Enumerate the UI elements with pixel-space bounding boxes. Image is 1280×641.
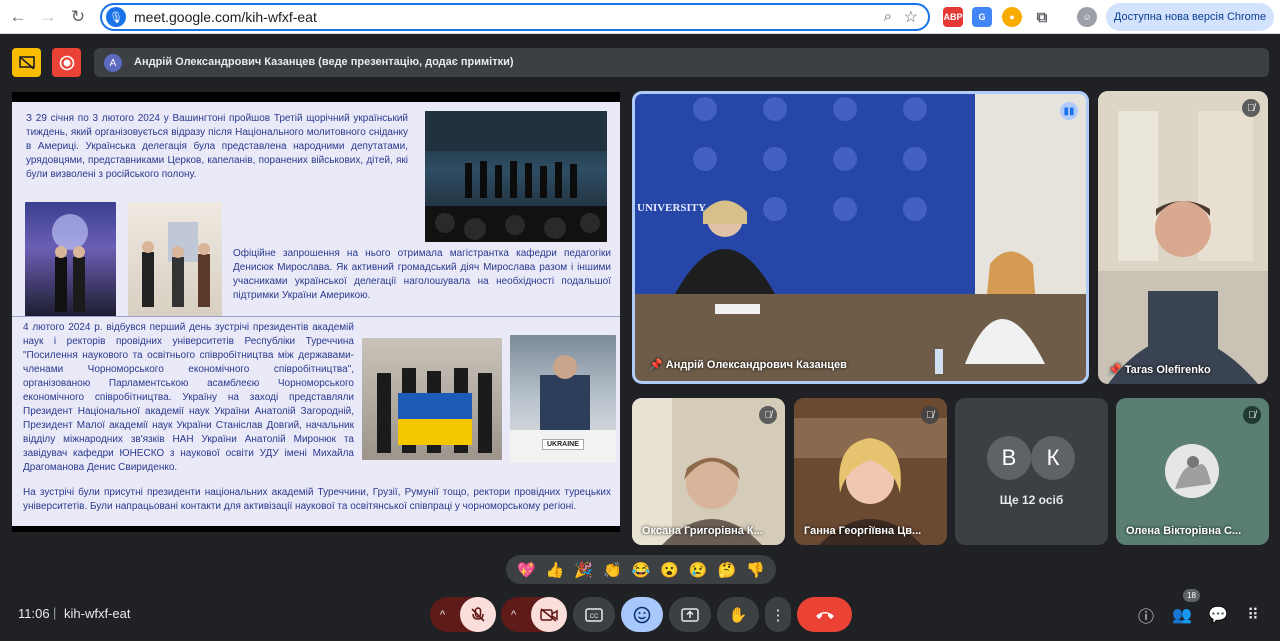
- tile-hanna[interactable]: 🎙̸ Ганна Георгіївна Цв...: [794, 398, 947, 545]
- camera-off-toggle-icon[interactable]: [531, 597, 567, 632]
- browser-toolbar: ← → ↻ 🎙 meet.google.com/kih-wfxf-eat ⌕ ☆…: [0, 0, 1280, 34]
- translate-extension-icon[interactable]: G: [972, 7, 992, 27]
- extension-icon[interactable]: ●: [1002, 7, 1022, 27]
- event-stage-photo: [425, 111, 607, 242]
- leave-call-button[interactable]: [797, 597, 852, 632]
- mic-control-group: ^: [430, 597, 496, 632]
- emoji-reactions-button[interactable]: [621, 597, 663, 632]
- presenter-avatar: A: [104, 54, 122, 72]
- chrome-update-button[interactable]: Доступна нова версія Chrome: [1106, 3, 1274, 31]
- reaction-thinking[interactable]: 🤔: [718, 561, 737, 579]
- presenter-banner: A Андрій Олександрович Казанцев (веде пр…: [94, 48, 1269, 77]
- more-participants-label: Ще 12 осіб: [999, 493, 1064, 507]
- slide-page: З 29 січня по 3 лютого 2024 у Вашингтоні…: [12, 102, 620, 526]
- reaction-clap[interactable]: 👏: [603, 561, 622, 579]
- reaction-thumbs-up[interactable]: 👍: [546, 561, 565, 579]
- camera-options-chevron-icon[interactable]: ^: [511, 609, 516, 621]
- mic-options-chevron-icon[interactable]: ^: [440, 609, 445, 621]
- activities-grid-icon[interactable]: ⠿: [1242, 604, 1264, 626]
- address-bar[interactable]: 🎙 meet.google.com/kih-wfxf-eat ⌕ ☆: [100, 3, 930, 31]
- main-speaker-name: Андрій Олександрович Казанцев: [665, 359, 847, 371]
- olena-avatar: [1165, 444, 1219, 498]
- participant-avatar-k: К: [1031, 436, 1075, 480]
- tile-name-olena: Олена Вікторівна С...: [1126, 525, 1242, 537]
- camera-control-group: ^: [501, 597, 567, 632]
- tile-name-oksana: Оксана Григорівна К...: [642, 525, 763, 537]
- site-info-icon[interactable]: 🎙: [106, 7, 126, 27]
- reaction-party[interactable]: 🎉: [574, 561, 593, 579]
- shared-presentation[interactable]: З 29 січня по 3 лютого 2024 у Вашингтоні…: [12, 92, 620, 532]
- group-portrait-photo: [128, 202, 222, 317]
- pin-icon[interactable]: 📌: [1108, 364, 1122, 376]
- slide-paragraph-2: Офіційне запрошення на нього отримала ма…: [233, 248, 611, 301]
- slide-paragraph-4: На зустрічі були присутні президенти нац…: [23, 487, 611, 512]
- reaction-sad[interactable]: 😢: [689, 561, 708, 579]
- mic-off-icon: 🎙̸: [759, 406, 777, 424]
- raise-hand-button[interactable]: ✋: [717, 597, 759, 632]
- reaction-laugh[interactable]: 😂: [632, 561, 651, 579]
- participant-avatar-v: В: [987, 436, 1031, 480]
- bookmark-star-icon[interactable]: ☆: [904, 7, 918, 27]
- back-arrow-icon[interactable]: ←: [6, 5, 30, 29]
- mic-off-icon: 🎙̸: [921, 406, 939, 424]
- forward-arrow-icon[interactable]: →: [36, 5, 60, 29]
- tile-more-participants[interactable]: В К Ще 12 осіб: [955, 398, 1108, 545]
- reactions-bar: 💖 👍 🎉 👏 😂 😮 😢 🤔 👎: [506, 555, 776, 584]
- tile-main-speaker[interactable]: UNIVERSITY ▮▮ 📌 Андрій Олександрович Каз…: [632, 91, 1089, 384]
- slide-paragraph-1: З 29 січня по 3 лютого 2024 у Вашингтоні…: [26, 113, 408, 180]
- university-banner-text: UNIVERSITY: [637, 202, 707, 214]
- people-icon[interactable]: 👥: [1171, 604, 1193, 626]
- reaction-thumbs-down[interactable]: 👎: [746, 561, 765, 579]
- participants-count-badge: 18: [1183, 589, 1200, 602]
- present-screen-button[interactable]: [669, 597, 711, 632]
- stop-presenting-icon[interactable]: [12, 48, 41, 77]
- more-options-icon[interactable]: ⋮: [765, 597, 791, 632]
- captions-button[interactable]: CC: [573, 597, 615, 632]
- ukraine-flag-group-photo: [362, 338, 502, 460]
- reaction-surprised[interactable]: 😮: [660, 561, 679, 579]
- reload-icon[interactable]: ↻: [66, 5, 90, 29]
- meeting-clock: 11:06: [18, 606, 50, 621]
- pin-icon[interactable]: 📌: [649, 359, 663, 371]
- recording-icon[interactable]: [52, 48, 81, 77]
- tile-name-taras: 📌 Taras Olefirenko: [1108, 363, 1211, 376]
- tile-olena[interactable]: 🎙̸ Олена Вікторівна С...: [1116, 398, 1269, 545]
- taras-name: Taras Olefirenko: [1124, 364, 1211, 376]
- conference-table-photo: UKRAINE: [510, 335, 616, 463]
- extensions-puzzle-icon[interactable]: ⧉: [1032, 7, 1052, 27]
- mic-off-toggle-icon[interactable]: [460, 597, 496, 632]
- tile-name-hanna: Ганна Георгіївна Цв...: [804, 525, 922, 537]
- presenter-text: Андрій Олександрович Казанцев (веде през…: [134, 56, 514, 68]
- speaking-indicator-icon: ▮▮: [1060, 102, 1078, 120]
- meeting-info-icon[interactable]: ⓘ: [1135, 604, 1157, 626]
- chat-icon[interactable]: 💬: [1207, 604, 1229, 626]
- meeting-code: kih-wfxf-eat: [64, 606, 131, 621]
- separator: |: [53, 605, 57, 620]
- tile-name-main: 📌 Андрій Олександрович Казанцев: [649, 358, 847, 371]
- tile-oksana[interactable]: 🎙̸ Оксана Григорівна К...: [632, 398, 785, 545]
- url-text[interactable]: meet.google.com/kih-wfxf-eat: [134, 9, 317, 25]
- svg-text:CC: CC: [590, 614, 599, 620]
- reaction-heart[interactable]: 💖: [517, 561, 536, 579]
- gala-photo: [25, 202, 116, 317]
- mic-off-icon: 🎙̸: [1242, 99, 1260, 117]
- profile-avatar[interactable]: ☺: [1077, 7, 1097, 27]
- tile-taras[interactable]: 🎙̸ 📌 Taras Olefirenko: [1098, 91, 1268, 384]
- slide-paragraph-3: 4 лютого 2024 р. відбувся перший день зу…: [23, 322, 354, 473]
- ukraine-name-sign: UKRAINE: [542, 439, 584, 450]
- zoom-icon[interactable]: ⌕: [884, 8, 892, 25]
- slide-divider: [12, 316, 620, 317]
- adblock-extension-icon[interactable]: ABP: [943, 7, 963, 27]
- mic-off-icon: 🎙̸: [1243, 406, 1261, 424]
